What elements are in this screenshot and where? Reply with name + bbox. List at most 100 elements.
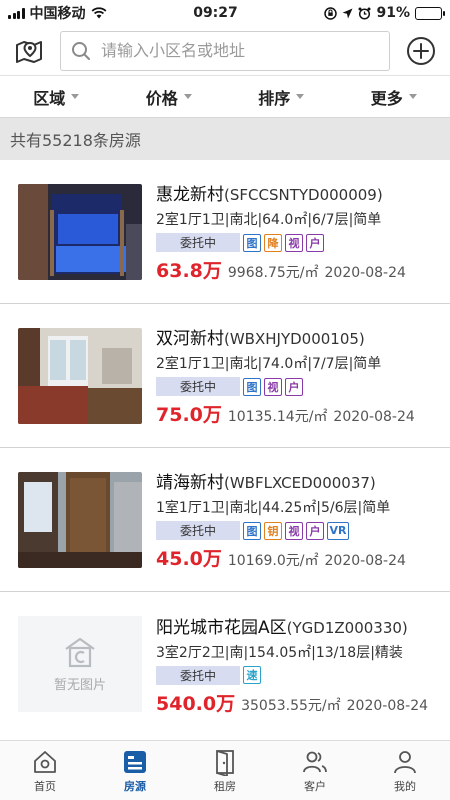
listings-icon (124, 750, 146, 773)
listing-list: 惠龙新村(SFCCSNTYD000009) 2室1厅1卫|南北|64.0㎡|6/… (0, 160, 450, 736)
unit-price: 9968.75元/㎡ (227, 265, 319, 281)
listing-price: 540.0万 (156, 692, 236, 715)
carrier-label: 中国移动 (29, 6, 86, 22)
profile-icon (394, 750, 416, 773)
tab-label: 我的 (394, 779, 416, 793)
add-button[interactable] (404, 34, 438, 68)
listing-code: (WBFLXCED000037) (224, 474, 376, 492)
tag-badge: 户 (306, 521, 324, 540)
filter-label: 区域 (33, 88, 66, 108)
search-input[interactable] (101, 41, 379, 60)
battery-icon (415, 6, 445, 20)
tab-home[interactable]: 首页 (0, 741, 90, 800)
listing-photo (18, 183, 142, 280)
tag-badge: 视 (264, 377, 282, 396)
clock: 09:27 (193, 5, 238, 21)
status-badge: 委托中 (156, 521, 240, 540)
listing-code: (WBXHJYD000105) (224, 330, 365, 348)
listing-price: 63.8万 (156, 260, 222, 282)
tag-badge: 图 (243, 377, 261, 396)
tag-badge: 户 (306, 233, 324, 252)
result-count: 共有55218条房源 (0, 118, 450, 160)
tag-badge: 降 (264, 233, 282, 252)
unit-price: 10169.0元/㎡ (227, 553, 319, 569)
tab-customers[interactable]: 客户 (270, 741, 360, 800)
listing-date: 2020-08-24 (324, 553, 406, 569)
listing-specs: 3室2厅2卫|南|154.05㎡|13/18层|精装 (156, 644, 403, 661)
filter-more[interactable]: 更多 (338, 85, 450, 109)
filter-label: 更多 (370, 88, 403, 108)
tag-badge: 视 (285, 233, 303, 252)
listing-photo (18, 471, 142, 568)
add-icon (407, 36, 435, 65)
door-icon (216, 749, 234, 776)
listing-name: 双河新村 (156, 329, 224, 349)
map-button[interactable] (12, 34, 46, 68)
lock-rotation-icon (324, 6, 338, 20)
filter-label: 排序 (258, 88, 291, 108)
listing-item[interactable]: 双河新村(WBXHJYD000105) 2室1厅1卫|南北|74.0㎡|7/7层… (0, 304, 450, 448)
tag-badge: 速 (243, 666, 261, 684)
caret-down-icon (408, 94, 417, 99)
tag-badge: 钥 (264, 521, 282, 540)
map-icon (16, 40, 42, 63)
search-header (0, 26, 450, 76)
filter-label: 价格 (145, 88, 178, 108)
unit-price: 35053.55元/㎡ (241, 697, 341, 714)
listing-item[interactable]: 靖海新村(WBFLXCED000037) 1室1厅1卫|南北|44.25㎡|5/… (0, 448, 450, 592)
listing-specs: 2室1厅1卫|南北|64.0㎡|6/7层|简单 (156, 212, 382, 228)
signal-icon (8, 7, 25, 19)
listing-date: 2020-08-24 (324, 265, 406, 281)
tab-label: 客户 (304, 779, 326, 793)
filter-sort[interactable]: 排序 (225, 85, 338, 109)
listing-photo-placeholder: 暂无图片 (18, 616, 142, 712)
listing-price: 45.0万 (156, 548, 222, 570)
tag-badge: 图 (243, 521, 261, 540)
listing-name: 阳光城市花园A区 (156, 617, 287, 638)
status-badge: 委托中 (156, 665, 240, 685)
tab-profile[interactable]: 我的 (360, 741, 450, 800)
listing-photo (18, 327, 142, 424)
listing-price: 75.0万 (156, 404, 222, 426)
caret-down-icon (183, 94, 192, 99)
tab-label: 房源 (124, 779, 146, 793)
tab-rent[interactable]: 租房 (180, 741, 270, 800)
alarm-icon (358, 7, 371, 20)
status-badge: 委托中 (156, 233, 240, 252)
tab-listings[interactable]: 房源 (90, 741, 180, 800)
listing-specs: 2室1厅1卫|南北|74.0㎡|7/7层|简单 (156, 356, 382, 372)
listing-code: (SFCCSNTYD000009) (224, 186, 383, 204)
status-bar: 中国移动 09:27 91% (0, 0, 450, 26)
tab-label: 租房 (214, 779, 236, 793)
filter-area[interactable]: 区域 (0, 85, 113, 109)
battery-percent: 91% (376, 5, 410, 21)
home-icon (34, 750, 56, 773)
listing-name: 惠龙新村 (156, 185, 224, 205)
unit-price: 10135.14元/㎡ (227, 409, 328, 425)
listing-name: 靖海新村 (156, 473, 224, 493)
location-icon (342, 8, 353, 18)
listing-item[interactable]: 暂无图片 阳光城市花园A区(YGD1Z000330) 3室2厅2卫|南|154.… (0, 592, 450, 736)
customers-icon (303, 751, 327, 772)
no-image-icon (65, 637, 95, 667)
no-photo-label: 暂无图片 (53, 677, 106, 693)
filter-price[interactable]: 价格 (113, 85, 226, 109)
tag-badge: 图 (243, 233, 261, 252)
tab-label: 首页 (34, 779, 56, 793)
bottom-tab-bar: 首页 房源 租房 客户 我的 (0, 740, 450, 800)
tag-badge: 视 (285, 521, 303, 540)
search-box[interactable] (60, 30, 390, 71)
caret-down-icon (296, 94, 305, 99)
filter-bar: 区域 价格 排序 更多 (0, 76, 450, 118)
wifi-icon (91, 7, 106, 19)
search-icon (72, 41, 90, 60)
caret-down-icon (71, 94, 80, 99)
listing-date: 2020-08-24 (333, 409, 415, 425)
status-badge: 委托中 (156, 377, 240, 396)
listing-code: (YGD1Z000330) (286, 618, 408, 637)
listing-item[interactable]: 惠龙新村(SFCCSNTYD000009) 2室1厅1卫|南北|64.0㎡|6/… (0, 160, 450, 304)
tag-badge: VR (327, 521, 349, 540)
listing-specs: 1室1厅1卫|南北|44.25㎡|5/6层|简单 (156, 500, 391, 516)
tag-badge: 户 (285, 377, 303, 396)
listing-date: 2020-08-24 (346, 697, 429, 714)
